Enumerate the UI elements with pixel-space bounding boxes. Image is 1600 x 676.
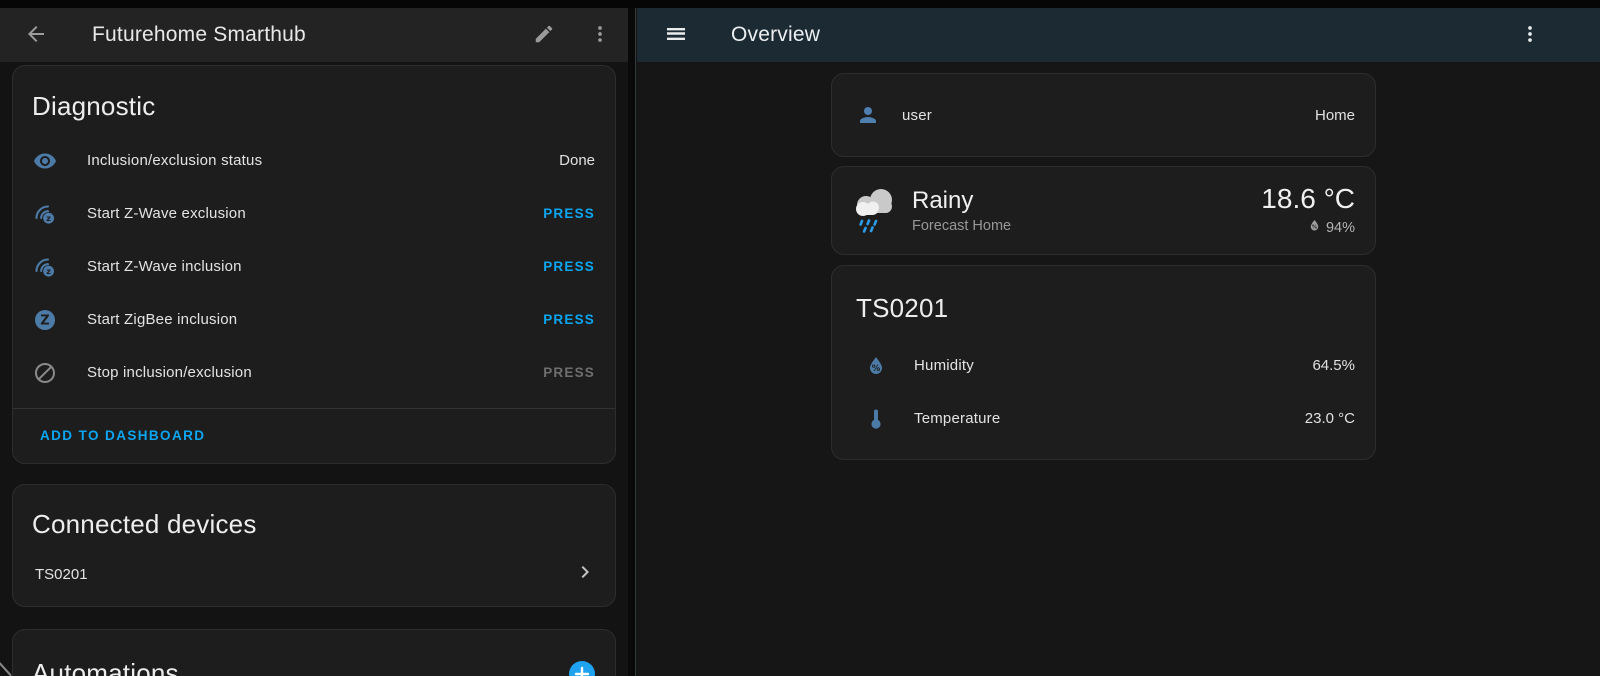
arrow-back-icon bbox=[24, 22, 48, 49]
row-label: Start ZigBee inclusion bbox=[87, 311, 543, 328]
chevron-right-icon bbox=[573, 560, 597, 589]
device-detail-content: Diagnostic Inclusion/exclusion status Do… bbox=[0, 62, 628, 676]
ts0201-card: TS0201 % Humidity 64.5% Temperature 23.0… bbox=[831, 265, 1376, 460]
weather-card[interactable]: Rainy Forecast Home 18.6 °C % 94% bbox=[831, 166, 1376, 255]
pencil-icon bbox=[533, 23, 555, 48]
block-icon bbox=[33, 361, 57, 385]
automations-header: Automations bbox=[13, 630, 615, 676]
eye-icon bbox=[33, 149, 57, 173]
row-label: Inclusion/exclusion status bbox=[87, 152, 559, 169]
connected-devices-card: Connected devices TS0201 bbox=[12, 484, 616, 607]
weather-humidity-value: 94% bbox=[1326, 220, 1355, 236]
svg-text:z: z bbox=[46, 214, 51, 223]
overview-panel: Overview user Home bbox=[637, 0, 1600, 676]
device-detail-header: Futurehome Smarthub bbox=[0, 8, 628, 62]
press-button[interactable]: PRESS bbox=[543, 312, 595, 327]
diagnostic-card: Diagnostic Inclusion/exclusion status Do… bbox=[12, 65, 616, 464]
app-screen: Futurehome Smarthub Diagnostic bbox=[0, 0, 1600, 676]
row-label: Humidity bbox=[914, 357, 1312, 374]
overflow-menu-button[interactable] bbox=[586, 21, 614, 49]
row-zwave-exclusion[interactable]: z Start Z-Wave exclusion PRESS bbox=[13, 187, 615, 240]
edit-button[interactable] bbox=[530, 21, 558, 49]
weather-humidity: % 94% bbox=[1261, 218, 1355, 237]
press-button-disabled: PRESS bbox=[543, 365, 595, 380]
add-to-dashboard-button[interactable]: ADD TO DASHBOARD bbox=[13, 409, 225, 463]
device-name: TS0201 bbox=[35, 566, 573, 583]
weather-readings: 18.6 °C % 94% bbox=[1261, 184, 1355, 237]
person-icon bbox=[856, 103, 880, 127]
temperature-row[interactable]: Temperature 23.0 °C bbox=[832, 392, 1375, 445]
zwave-icon: z bbox=[33, 255, 57, 279]
zwave-icon: z bbox=[33, 202, 57, 226]
overview-header: Overview bbox=[637, 8, 1600, 62]
press-button[interactable]: PRESS bbox=[543, 206, 595, 221]
row-stop-inclusion[interactable]: Stop inclusion/exclusion PRESS bbox=[13, 346, 615, 399]
header-actions bbox=[530, 21, 614, 49]
row-inclusion-status[interactable]: Inclusion/exclusion status Done bbox=[13, 134, 615, 187]
press-button[interactable]: PRESS bbox=[543, 259, 595, 274]
row-label: Stop inclusion/exclusion bbox=[87, 364, 543, 381]
temperature-icon bbox=[864, 407, 888, 431]
diagnostic-card-title: Diagnostic bbox=[32, 91, 595, 122]
more-vert-icon bbox=[1519, 23, 1541, 48]
row-value: 23.0 °C bbox=[1305, 410, 1355, 427]
svg-text:%: % bbox=[1312, 225, 1317, 231]
row-zigbee-inclusion[interactable]: Z Start ZigBee inclusion PRESS bbox=[13, 293, 615, 346]
humidity-icon: % bbox=[864, 354, 888, 378]
row-label: Start Z-Wave inclusion bbox=[87, 258, 543, 275]
back-button[interactable] bbox=[22, 21, 50, 49]
row-value: 64.5% bbox=[1312, 357, 1355, 374]
status-bar-strip bbox=[0, 0, 1600, 8]
row-zwave-inclusion[interactable]: z Start Z-Wave inclusion PRESS bbox=[13, 240, 615, 293]
automations-card: Automations bbox=[12, 629, 616, 676]
weather-subtitle: Forecast Home bbox=[912, 218, 1261, 234]
panel-divider[interactable] bbox=[628, 0, 636, 676]
svg-text:z: z bbox=[46, 267, 51, 276]
sidebar-menu-button[interactable] bbox=[662, 21, 690, 49]
add-automation-button[interactable] bbox=[569, 661, 595, 676]
weather-text: Rainy Forecast Home bbox=[912, 187, 1261, 234]
row-value: Done bbox=[559, 152, 595, 169]
user-name: user bbox=[902, 107, 1315, 124]
ts0201-card-title: TS0201 bbox=[856, 293, 1353, 324]
humidity-row[interactable]: % Humidity 64.5% bbox=[832, 339, 1375, 392]
user-entity-card[interactable]: user Home bbox=[831, 73, 1376, 157]
connected-device-item[interactable]: TS0201 bbox=[13, 546, 615, 602]
hamburger-menu-icon bbox=[664, 22, 688, 49]
automations-title: Automations bbox=[32, 658, 569, 676]
connected-devices-title: Connected devices bbox=[32, 509, 595, 540]
zigbee-icon: Z bbox=[33, 308, 57, 332]
row-label: Start Z-Wave exclusion bbox=[87, 205, 543, 222]
rainy-weather-icon bbox=[848, 186, 902, 236]
weather-condition: Rainy bbox=[912, 187, 1261, 215]
row-label: Temperature bbox=[914, 410, 1305, 427]
page-title: Futurehome Smarthub bbox=[92, 23, 530, 47]
humidity-drop-icon: % bbox=[1307, 218, 1322, 237]
dashboard-title: Overview bbox=[731, 23, 1516, 47]
weather-temperature: 18.6 °C bbox=[1261, 184, 1355, 214]
device-detail-panel: Futurehome Smarthub Diagnostic bbox=[0, 0, 628, 676]
dashboard-content: user Home bbox=[831, 62, 1376, 460]
more-vert-icon bbox=[589, 23, 611, 48]
svg-text:%: % bbox=[872, 364, 881, 374]
user-area: Home bbox=[1315, 107, 1355, 124]
dashboard-menu-button[interactable] bbox=[1516, 21, 1544, 49]
svg-text:Z: Z bbox=[40, 313, 49, 328]
